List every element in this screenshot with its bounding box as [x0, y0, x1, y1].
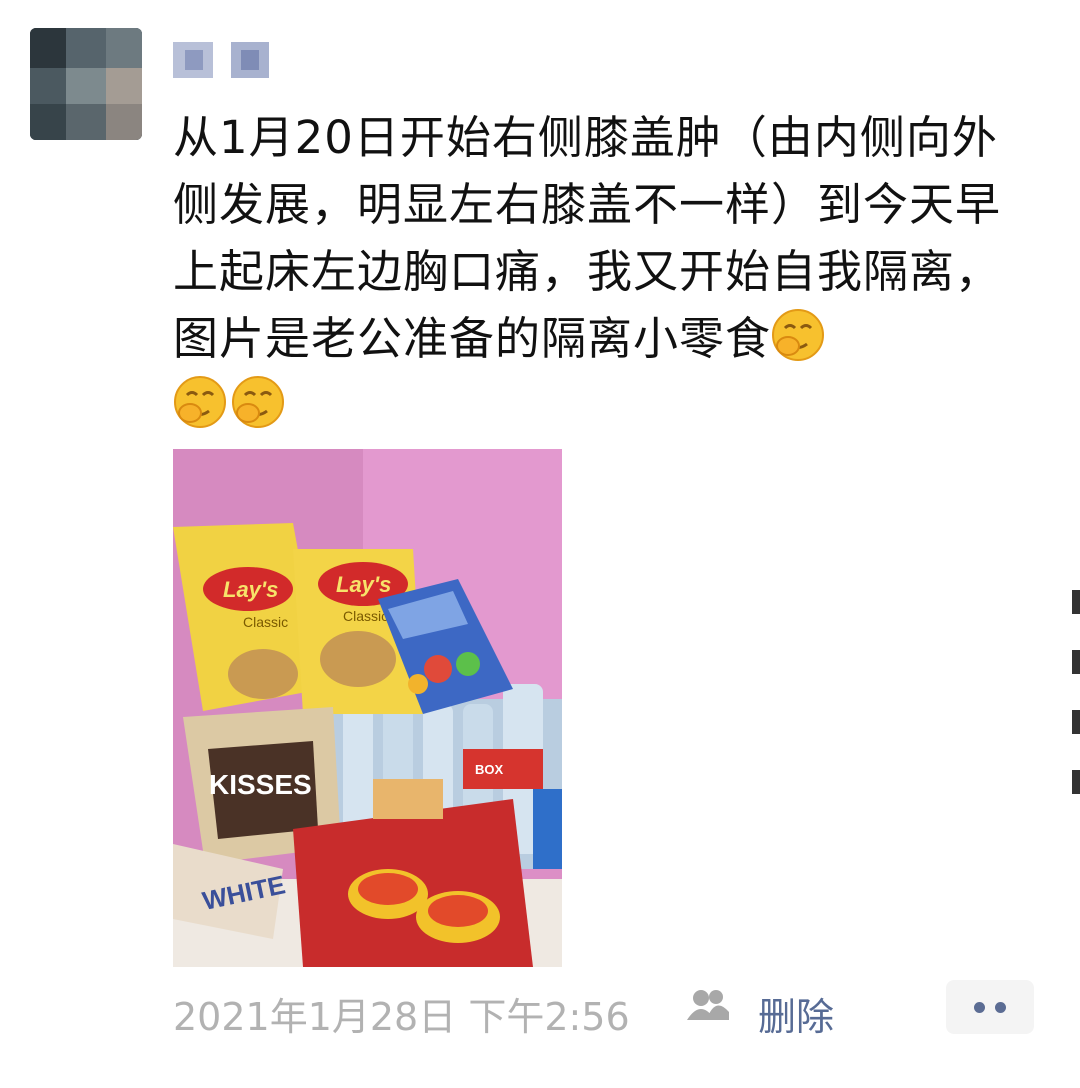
more-dots-icon[interactable]	[946, 980, 1034, 1034]
post-content: 从1月20日开始右侧膝盖肿（由内侧向外侧发展，明显左右膝盖不一样）到今天早上起床…	[173, 104, 1043, 439]
more-dot	[974, 1002, 985, 1013]
chips-subtitle-2: Classic	[343, 608, 388, 624]
facepalm-smile-emoji	[771, 308, 825, 362]
avatar[interactable]	[30, 28, 142, 140]
more-dot	[995, 1002, 1006, 1013]
post-text: 从1月20日开始右侧膝盖肿（由内侧向外侧发展，明显左右膝盖不一样）到今天早上起床…	[173, 111, 1002, 365]
facepalm-smile-emoji	[231, 375, 285, 429]
post-footer: 2021年1月28日 下午2:56 删除	[173, 980, 1053, 1039]
author-name-blurred[interactable]	[173, 42, 273, 82]
right-edge-cutoff-text	[1072, 590, 1080, 800]
chips-logo-1: Lay's	[223, 577, 278, 602]
kisses-logo: KISSES	[209, 769, 312, 800]
post-timestamp: 2021年1月28日 下午2:56	[173, 995, 630, 1039]
facepalm-smile-emoji	[173, 375, 227, 429]
delete-button[interactable]: 删除	[758, 986, 834, 1041]
water-label: BOX	[475, 762, 504, 777]
moments-post: 从1月20日开始右侧膝盖肿（由内侧向外侧发展，明显左右膝盖不一样）到今天早上起床…	[0, 0, 1080, 1088]
chips-logo-2: Lay's	[336, 572, 391, 597]
post-photo[interactable]: BOX Lay's Classic Lay's Classic KISSES W…	[173, 449, 562, 967]
friends-visibility-icon[interactable]	[685, 988, 731, 1022]
chips-subtitle-1: Classic	[243, 614, 288, 630]
